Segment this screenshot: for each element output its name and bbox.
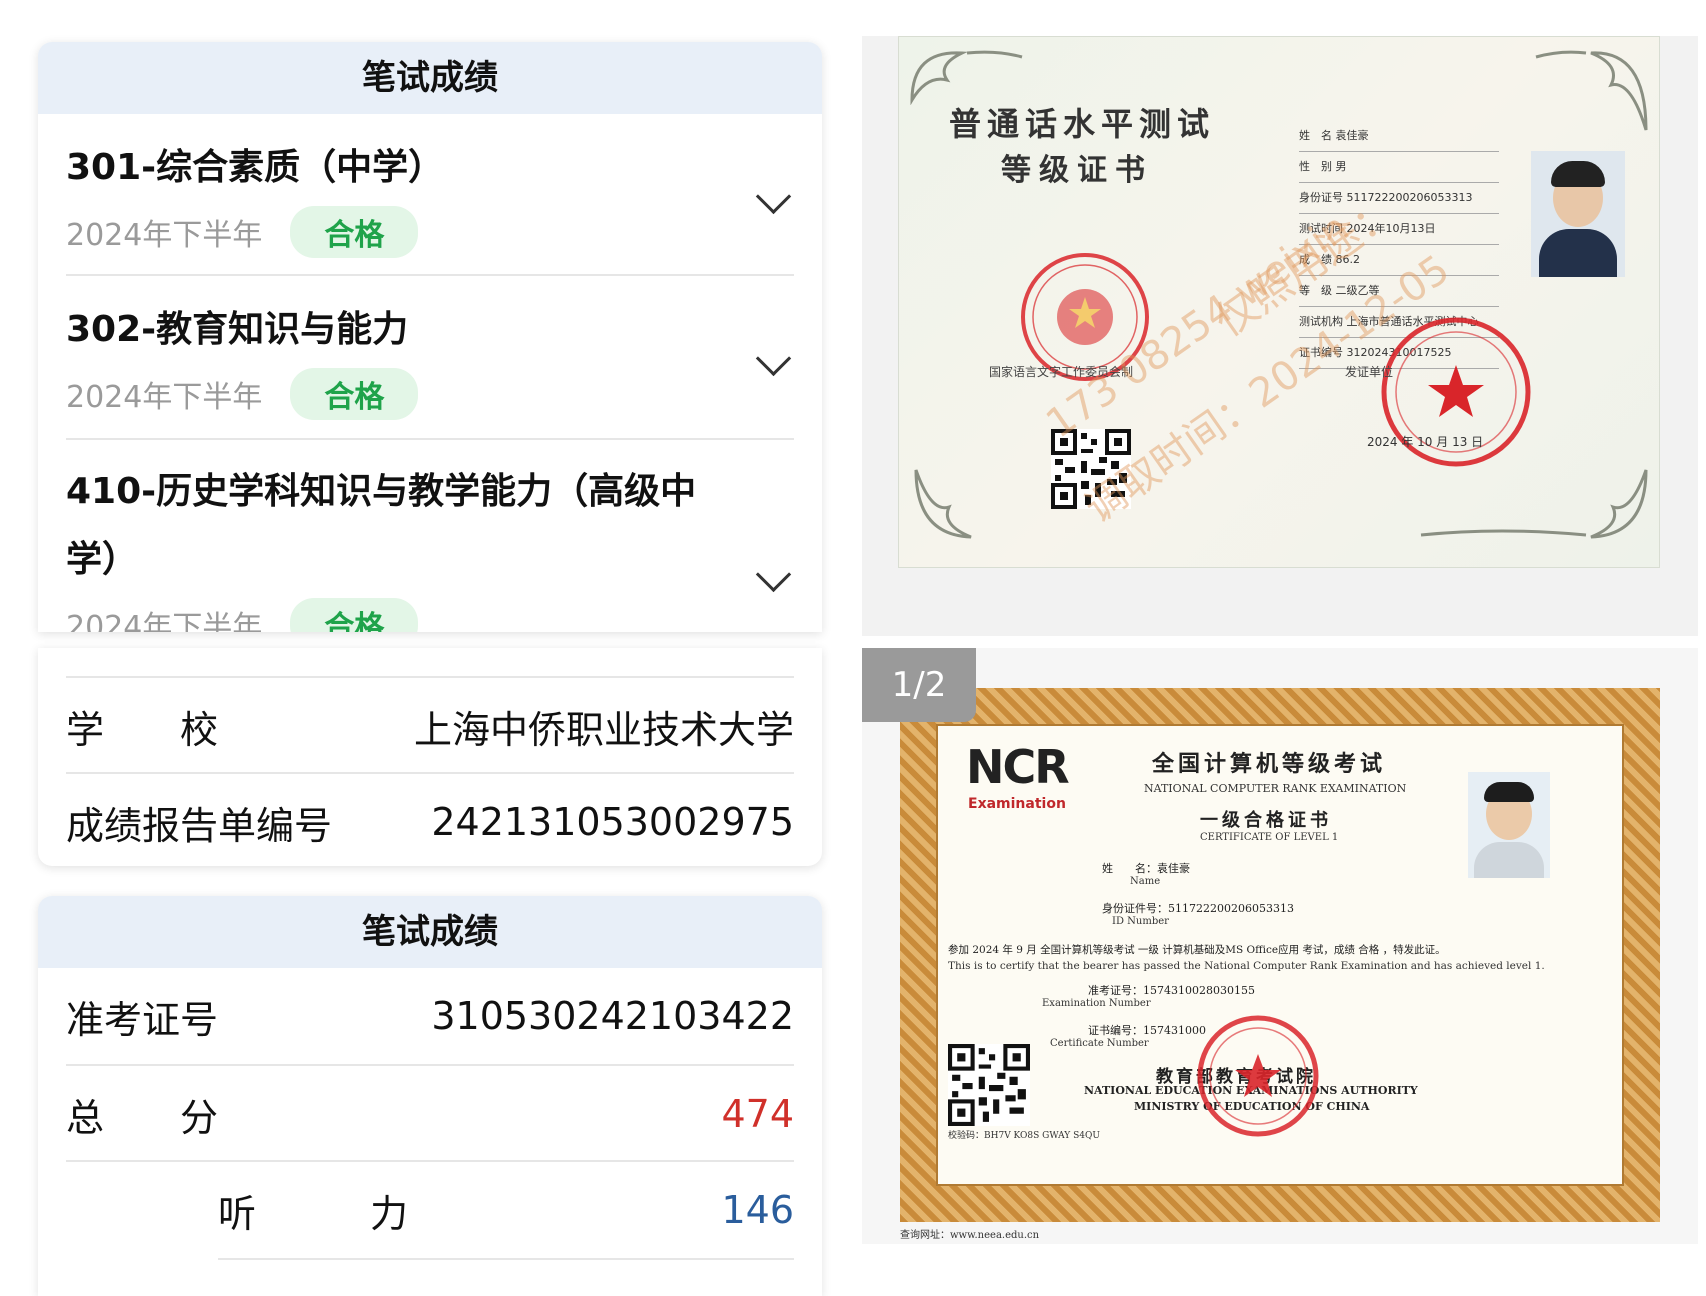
issuer-right-text: 发证单位: [1345, 365, 1394, 379]
cert-title-en: NATIONAL COMPUTER RANK EXAMINATION: [1144, 782, 1407, 795]
total-score-label: 总 分: [66, 1095, 219, 1140]
exam-title-line2: 学）: [66, 539, 139, 580]
divider: [66, 438, 794, 440]
exam-number-en: Examination Number: [1042, 998, 1151, 1009]
status-badge: 合格: [290, 206, 419, 258]
field-name: 姓 名 袁佳豪: [1299, 121, 1499, 152]
cert-title-cn: 全国计算机等级考试: [1152, 751, 1387, 777]
query-url: 查询网址：www.neea.edu.cn: [900, 1230, 1040, 1241]
card-header: 笔试成绩: [38, 42, 822, 114]
exam-item-302[interactable]: 302-教育知识与能力 2024年下半年 合格: [66, 296, 794, 446]
certificate-title-line2: 等级证书: [1001, 153, 1153, 188]
ornament-bottom-right-icon: [1420, 469, 1648, 539]
school-label: 学 校: [66, 707, 219, 752]
cert-level-en: CERTIFICATE OF LEVEL 1: [1200, 832, 1339, 843]
report-number-value: 242131053002975: [431, 800, 794, 844]
certificate-paper: NCR Examination 全国计算机等级考试 NATIONAL COMPU…: [936, 724, 1624, 1186]
status-badge: 合格: [290, 598, 419, 632]
exam-number: 准考证号：1574310028030155: [1088, 984, 1255, 997]
putonghua-certificate-photo[interactable]: 普通话水平测试 等级证书 姓 名 袁佳豪 性 别 男 身份证号 51172220…: [862, 36, 1698, 636]
ticket-number-row: 准考证号 310530242103422: [66, 968, 794, 1064]
exam-title: 301-综合素质（中学）: [66, 147, 445, 188]
listening-value: 146: [721, 1188, 794, 1232]
exam-title-line1: 410-历史学科知识与教学能力（高级中: [66, 471, 697, 512]
divider: [66, 274, 794, 276]
certificate-body-cn: 参加 2024 年 9 月 全国计算机等级考试 一级 计算机基础及MS Offi…: [948, 944, 1446, 956]
listening-label: 听 力: [218, 1191, 409, 1236]
score-report-info-card: 学 校 上海中侨职业技术大学 成绩报告单编号 242131053002975: [38, 648, 822, 866]
ornament-bottom-left-icon: [914, 469, 972, 539]
holder-name: 姓 名：袁佳豪: [1102, 862, 1190, 875]
ticket-number-label: 准考证号: [66, 997, 219, 1042]
field-gender: 性 别 男: [1299, 152, 1499, 183]
ncre-logo-sub: Examination: [968, 796, 1066, 812]
total-score-row: 总 分 474: [66, 1066, 794, 1162]
cert-number: 证书编号：157431000: [1088, 1024, 1206, 1037]
page-indicator: 1/2: [862, 648, 976, 722]
headshot-avatar: [1468, 772, 1550, 878]
cert-level-cn: 一级合格证书: [1200, 810, 1332, 831]
certificate-date: 2024 年 10 月 13 日: [1367, 435, 1484, 449]
listening-score-row: 听 力 146: [218, 1162, 794, 1258]
total-score-value: 474: [721, 1092, 794, 1136]
card-header: 笔试成绩: [38, 896, 822, 968]
ncre-logo: NCR: [966, 740, 1070, 794]
holder-id: 身份证件号：511722200206053313: [1102, 902, 1294, 915]
ticket-number-value: 310530242103422: [431, 994, 794, 1038]
report-number-row: 成绩报告单编号 242131053002975: [66, 774, 794, 866]
divider: [218, 1258, 794, 1260]
holder-name-en: Name: [1130, 876, 1161, 887]
authority-red-seal-icon: [1197, 1015, 1319, 1137]
ncre-certificate-photo[interactable]: 1/2 NCR Examination 全国计算机等级考试 NATIONAL C…: [862, 648, 1698, 1244]
report-number-label: 成绩报告单编号: [66, 803, 333, 848]
exam-term: 2024年下半年: [66, 380, 263, 415]
qr-code-icon: [948, 1044, 1030, 1126]
certificate-paper: 普通话水平测试 等级证书 姓 名 袁佳豪 性 别 男 身份证号 51172220…: [898, 36, 1660, 568]
status-badge: 合格: [290, 368, 419, 420]
written-scores-card: 笔试成绩 301-综合素质（中学） 2024年下半年 合格 302-教育知识与能…: [38, 42, 822, 632]
exam-item-410[interactable]: 410-历史学科知识与教学能力（高级中 学） 2024年下半年 合格: [66, 458, 794, 632]
ornament-top-left-icon: [910, 50, 1023, 105]
exam-title: 302-教育知识与能力: [66, 309, 409, 350]
cert-number-en: Certificate Number: [1050, 1038, 1149, 1049]
exam-term: 2024年下半年: [66, 610, 263, 632]
exam-item-301[interactable]: 301-综合素质（中学） 2024年下半年 合格: [66, 134, 794, 284]
verify-code: 校验码：BH7V KO8S GWAY S4QU: [948, 1131, 1100, 1141]
exam-term: 2024年下半年: [66, 218, 263, 253]
certificate-border: NCR Examination 全国计算机等级考试 NATIONAL COMPU…: [900, 688, 1660, 1222]
certificate-body-en: This is to certify that the bearer has p…: [948, 960, 1545, 972]
school-value: 上海中侨职业技术大学: [413, 707, 794, 752]
headshot-avatar: [1531, 151, 1625, 277]
ornament-top-right-icon: [1535, 50, 1648, 131]
certificate-title-line1: 普通话水平测试: [949, 105, 1216, 143]
written-score-detail-card: 笔试成绩 准考证号 310530242103422 总 分 474 听 力 14…: [38, 896, 822, 1296]
school-row: 学 校 上海中侨职业技术大学: [66, 678, 794, 774]
holder-id-en: ID Number: [1112, 916, 1169, 927]
